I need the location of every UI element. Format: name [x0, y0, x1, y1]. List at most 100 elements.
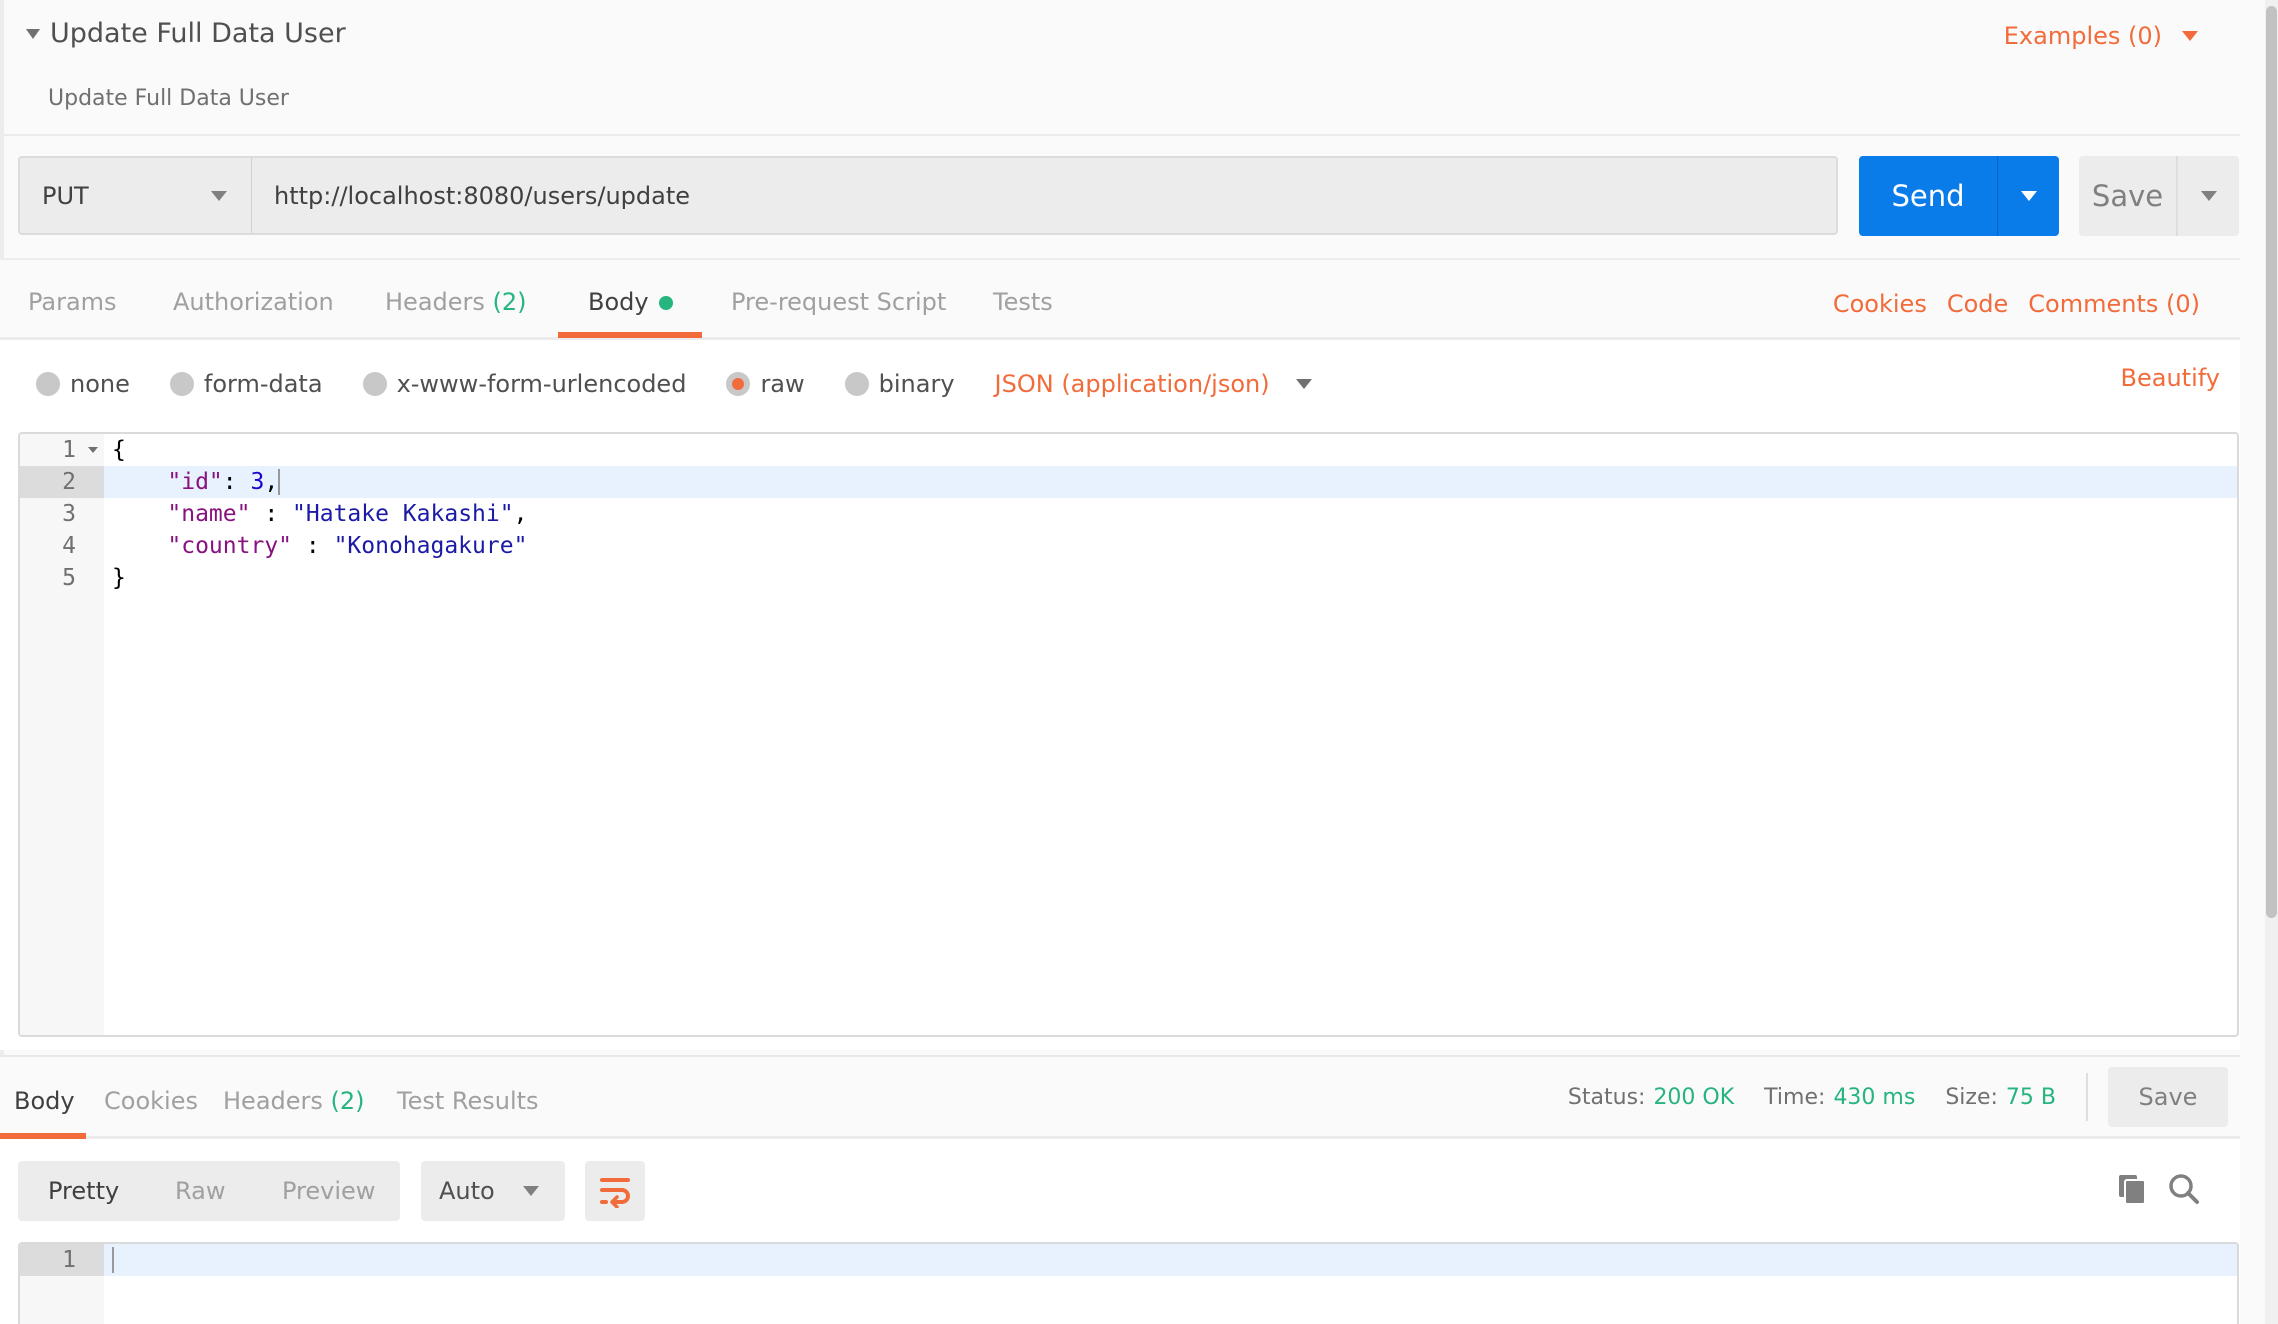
wrap-lines-icon [600, 1178, 630, 1208]
request-title-text: Update Full Data User [50, 18, 346, 49]
code-link[interactable]: Code [1947, 290, 2008, 318]
response-actions [2116, 1173, 2200, 1205]
code-text: "name" : "Hatake Kakashi", [104, 501, 527, 527]
request-title[interactable]: Update Full Data User [26, 18, 346, 49]
tab-params[interactable]: Params [28, 288, 117, 316]
content-type-value: JSON (application/json) [994, 370, 1270, 398]
response-tab-body[interactable]: Body [14, 1087, 75, 1115]
status-value[interactable]: 200 OK [1653, 1085, 1734, 1110]
response-headers-count: (2) [330, 1087, 365, 1115]
examples-dropdown[interactable]: Examples (0) [2004, 22, 2198, 50]
radio-circle[interactable] [36, 372, 60, 396]
line-number: 5 [62, 565, 76, 591]
text-caret [112, 1247, 114, 1274]
line-number: 4 [62, 533, 76, 559]
chevron-down-icon [1295, 379, 1312, 389]
status-label: Status: [1567, 1084, 1646, 1110]
json-key: "id" [167, 468, 223, 495]
fold-arrow-icon[interactable] [88, 447, 98, 453]
content-type-dropdown[interactable]: JSON (application/json) [995, 370, 1312, 398]
chevron-down-icon [2182, 31, 2198, 41]
radio-raw[interactable]: raw [726, 370, 805, 398]
code-text: { [112, 437, 126, 463]
view-preview[interactable]: Preview [282, 1177, 375, 1205]
time-stat: Time: 430 ms [1764, 1085, 1915, 1110]
collapse-caret-icon[interactable] [26, 28, 40, 39]
tab-body-label: Body [588, 288, 649, 316]
tab-authorization[interactable]: Authorization [173, 288, 334, 316]
time-label: Time: [1764, 1084, 1826, 1110]
method-select[interactable]: PUT [18, 156, 252, 235]
scrollbar-thumb[interactable] [2266, 6, 2277, 918]
text-caret [278, 469, 281, 496]
json-sep: : [250, 501, 293, 527]
tab-body[interactable]: Body [588, 288, 673, 316]
radio-circle[interactable] [362, 372, 387, 396]
size-value[interactable]: 75 B [2006, 1085, 2056, 1110]
radio-form-data[interactable]: form-data [169, 370, 323, 398]
radio-label: x-www-form-urlencoded [396, 370, 687, 398]
body-editor[interactable]: 1 { 2 "id": 3, 3 "name" : "Hatake Kakash… [18, 432, 2239, 1037]
radio-x-www-form-urlencoded[interactable]: x-www-form-urlencoded [362, 370, 687, 398]
wrap-lines-button[interactable] [585, 1161, 645, 1221]
format-value: Auto [439, 1177, 495, 1205]
line-number: 1 [20, 1244, 104, 1276]
time-value[interactable]: 430 ms [1833, 1085, 1915, 1110]
editor-line[interactable]: 1 { [20, 434, 2237, 466]
status-stat: Status: 200 OK [1568, 1085, 1734, 1110]
send-button-group[interactable]: Send [1859, 156, 2059, 236]
json-number: 3 [250, 468, 265, 495]
json-sep: : [222, 468, 251, 495]
send-button[interactable]: Send [1859, 156, 1998, 236]
json-string: "Hatake Kakashi" [292, 501, 514, 527]
scrollbar[interactable] [2265, 0, 2278, 1324]
response-tab-headers-label: Headers [223, 1087, 323, 1115]
view-mode-segmented: Pretty Raw Preview [18, 1161, 400, 1221]
send-options-button[interactable] [1998, 156, 2059, 236]
line-number-text: 1 [62, 437, 76, 463]
editor-line[interactable]: 3 "name" : "Hatake Kakashi", [20, 498, 2237, 530]
active-tab-underline [558, 332, 702, 338]
url-input[interactable]: http://localhost:8080/users/update [252, 156, 1838, 235]
cookies-link[interactable]: Cookies [1833, 290, 1927, 318]
tab-tests[interactable]: Tests [993, 288, 1053, 316]
radio-circle[interactable] [844, 372, 869, 396]
request-description[interactable]: Update Full Data User [48, 86, 289, 111]
save-button[interactable]: Save [2079, 156, 2178, 236]
response-stats: Status: 200 OK Time: 430 ms Size: 75 B Save [1568, 1067, 2240, 1127]
chevron-down-icon [2020, 191, 2037, 201]
editor-line[interactable]: 5 } [20, 562, 2237, 594]
json-sep: : [292, 533, 334, 559]
save-options-button[interactable] [2178, 156, 2239, 236]
copy-icon[interactable] [2116, 1173, 2148, 1205]
response-tab-cookies[interactable]: Cookies [104, 1087, 198, 1115]
radio-label: binary [878, 370, 955, 398]
radio-binary[interactable]: binary [844, 370, 955, 398]
editor-line[interactable]: 4 "country" : "Konohagakure" [20, 530, 2237, 562]
comments-link[interactable]: Comments (0) [2028, 290, 2200, 318]
response-editor[interactable]: 1 [18, 1242, 2239, 1324]
search-icon[interactable] [2168, 1173, 2200, 1205]
view-raw[interactable]: Raw [175, 1177, 225, 1205]
radio-label: form-data [203, 370, 323, 398]
save-button-group[interactable]: Save [2079, 156, 2239, 236]
json-string: "Konohagakure" [333, 533, 528, 559]
radio-none[interactable]: none [36, 370, 130, 398]
format-dropdown[interactable]: Auto [421, 1161, 565, 1221]
request-tabs: Params Authorization Headers (2) Body Pr… [0, 260, 2240, 340]
size-label: Size: [1945, 1084, 1998, 1110]
view-pretty[interactable]: Pretty [48, 1177, 119, 1205]
save-response-button[interactable]: Save [2108, 1067, 2228, 1127]
line-number: 1 [20, 434, 104, 466]
editor-line-current[interactable]: 1 [20, 1244, 2237, 1276]
beautify-link[interactable]: Beautify [2121, 364, 2220, 392]
tab-headers[interactable]: Headers (2) [385, 288, 527, 316]
editor-line-current[interactable]: 2 "id": 3, [20, 466, 2237, 498]
response-tab-test-results[interactable]: Test Results [397, 1087, 539, 1115]
response-tab-headers[interactable]: Headers (2) [223, 1087, 365, 1115]
tab-pre-request-script[interactable]: Pre-request Script [731, 288, 946, 316]
code-text: "id": 3, [104, 468, 281, 496]
json-key: "country" [167, 533, 293, 559]
radio-circle[interactable] [169, 372, 194, 396]
radio-circle-selected[interactable] [726, 372, 751, 396]
